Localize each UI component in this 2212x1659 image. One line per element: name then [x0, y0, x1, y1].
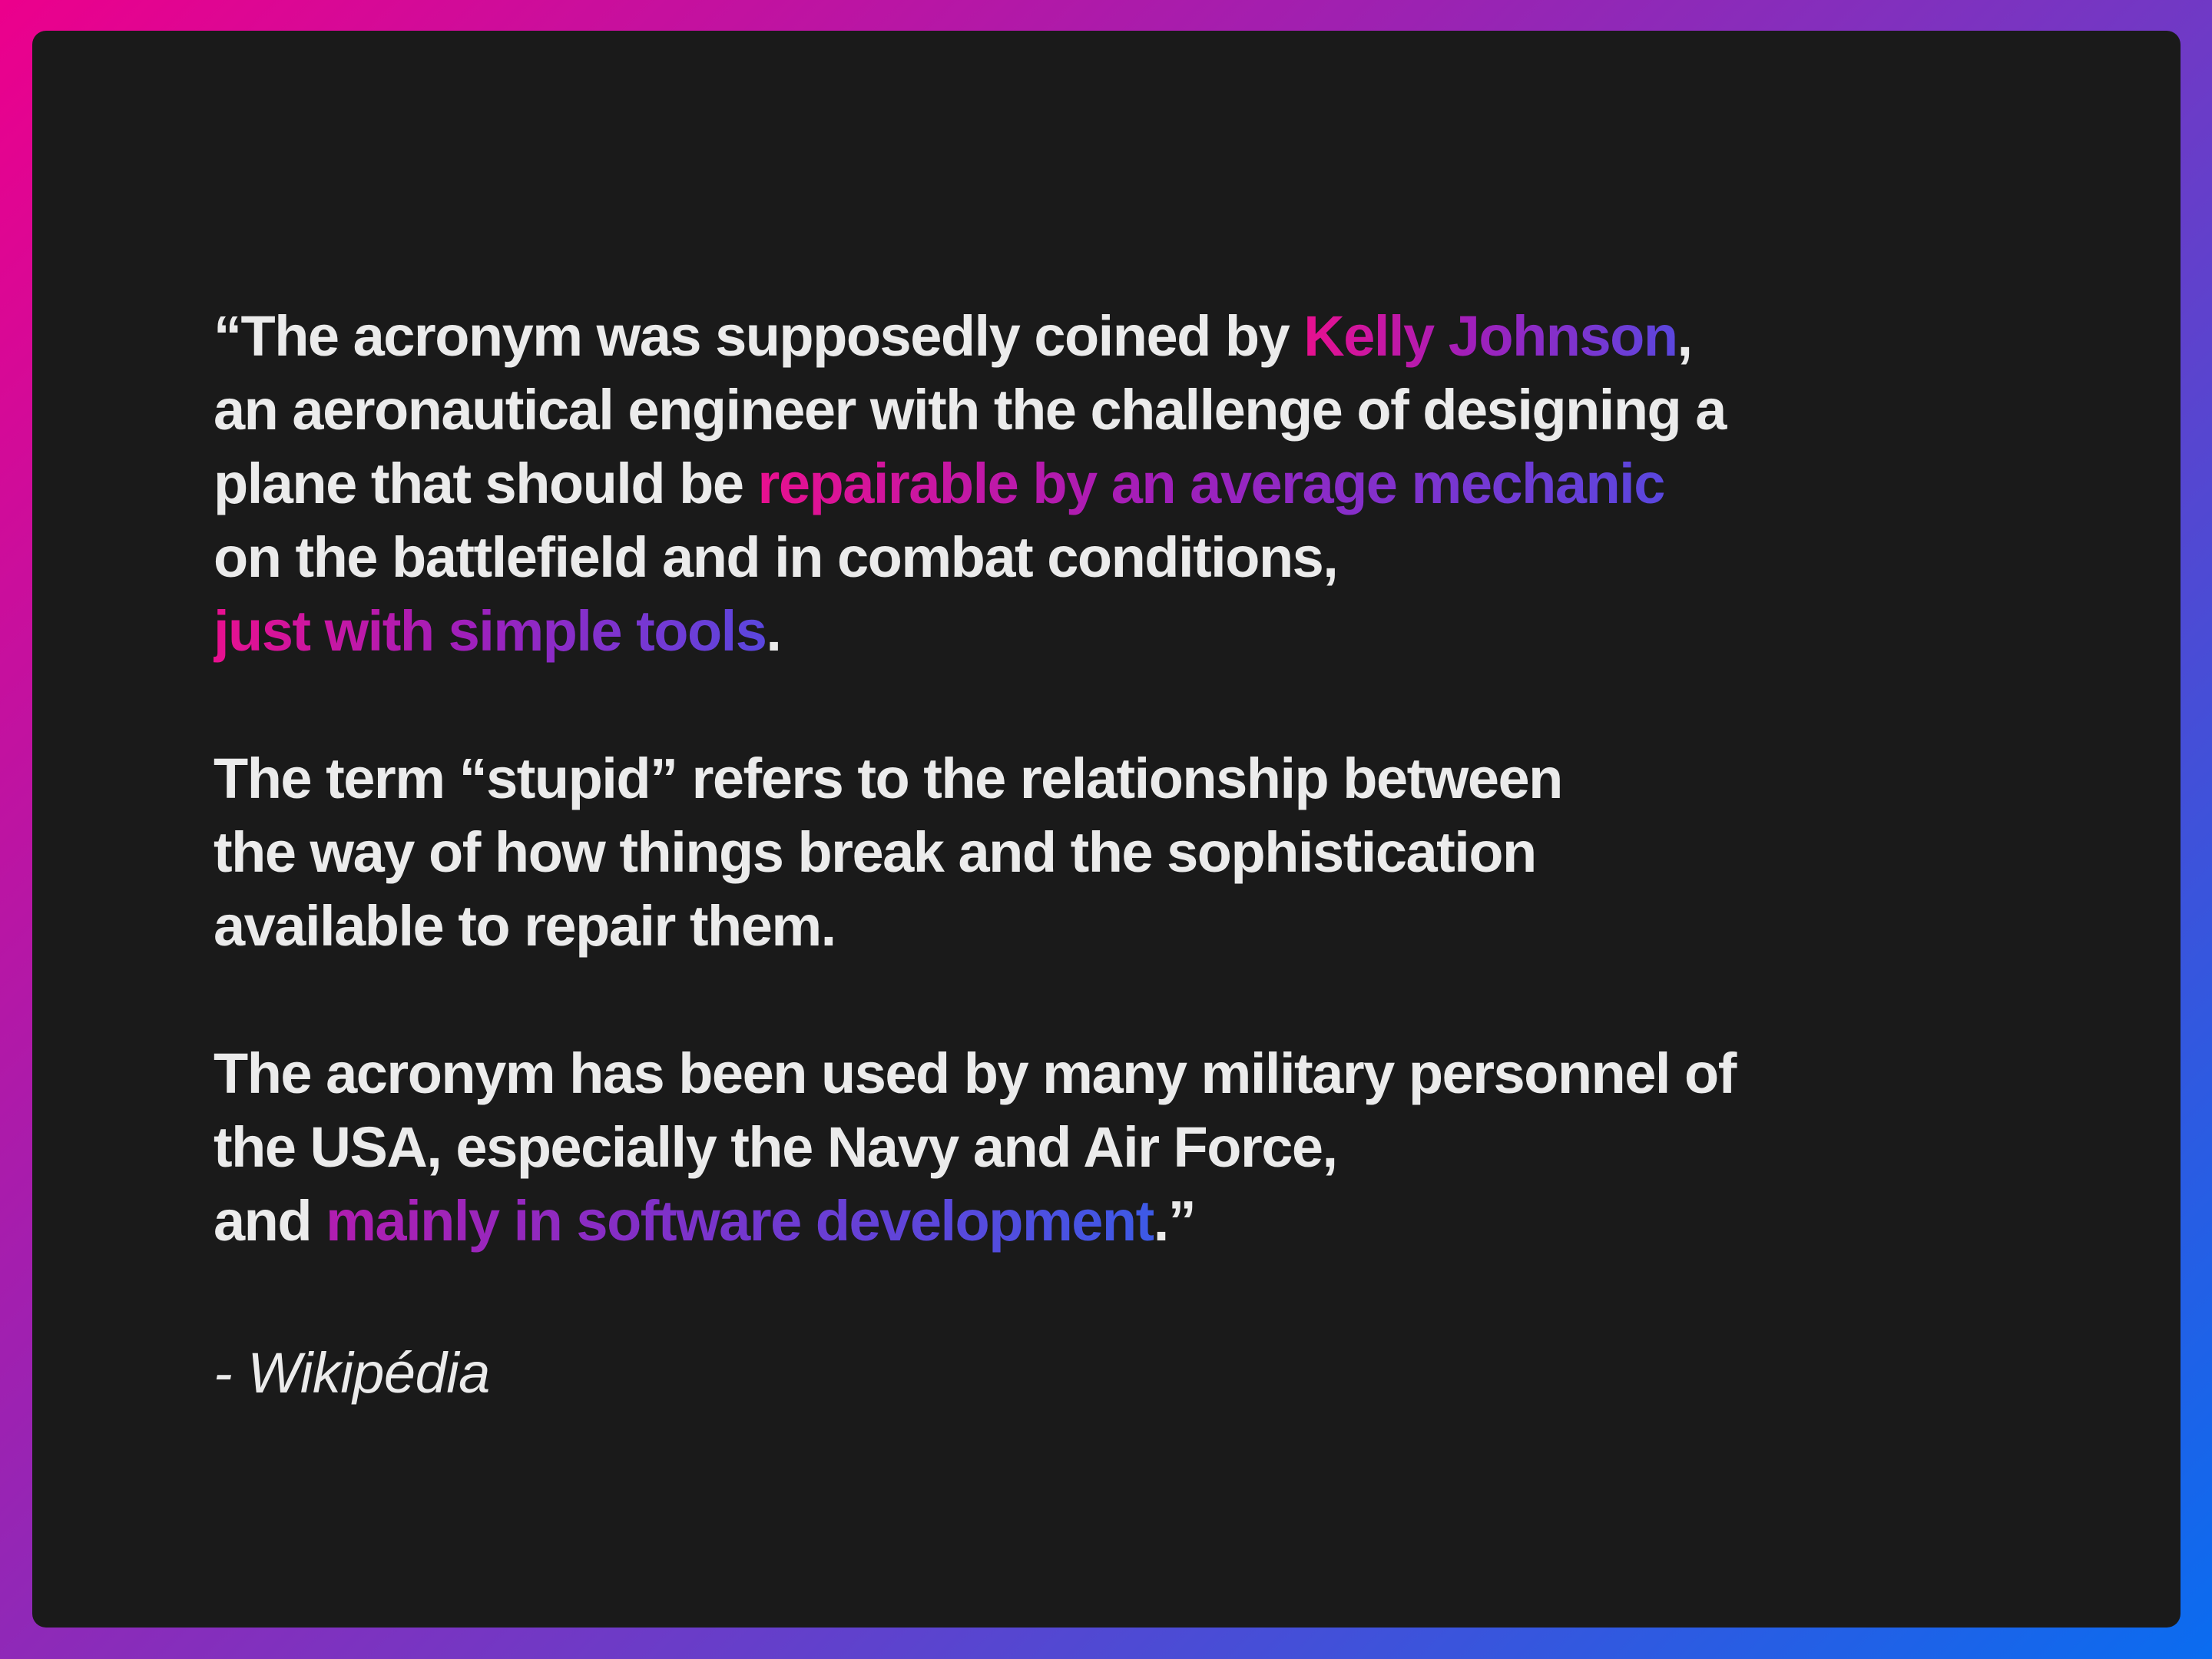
- quote-line: the way of how things break and the soph…: [214, 820, 1537, 884]
- quote-card: “The acronym was supposedly coined by Ke…: [32, 31, 2181, 1628]
- quote-text-segment: “The acronym was supposedly coined by: [214, 304, 1304, 368]
- quote-line: The acronym has been used by many milita…: [214, 1041, 1737, 1105]
- quote-paragraph-1: “The acronym was supposedly coined by Ke…: [214, 300, 2118, 668]
- quote-text-segment: and: [214, 1189, 326, 1253]
- quote-source: - Wikipédia: [214, 1341, 490, 1405]
- quote-line: the USA, especially the Navy and Air For…: [214, 1115, 1338, 1179]
- quote-paragraph-2: The term “stupid” refers to the relation…: [214, 742, 2118, 963]
- quote-line: “The acronym was supposedly coined by Ke…: [214, 300, 2118, 373]
- highlight-repairable: repairable by an average mechanic: [757, 452, 1666, 515]
- quote-text-segment: plane that should be: [214, 452, 758, 515]
- highlight-software-development: mainly in software development: [326, 1189, 1154, 1253]
- quote-text-segment: .”: [1153, 1189, 1197, 1253]
- quote-line: just with simple tools.: [214, 594, 2118, 668]
- highlight-simple-tools: just with simple tools: [214, 599, 767, 663]
- quote-line: and mainly in software development.”: [214, 1184, 2118, 1258]
- quote-line: available to repair them.: [214, 894, 836, 958]
- quote-line: an aeronautical engineer with the challe…: [214, 378, 1727, 442]
- quote-line: plane that should be repairable by an av…: [214, 447, 2118, 521]
- quote-text-segment: .: [766, 599, 782, 663]
- highlight-kelly-johnson: Kelly Johnson: [1303, 304, 1678, 368]
- quote-text-segment: ,: [1677, 304, 1694, 368]
- quote-paragraph-3: The acronym has been used by many milita…: [214, 1037, 2118, 1258]
- quote-text: “The acronym was supposedly coined by Ke…: [214, 300, 2118, 1332]
- quote-line: on the battlefield and in combat conditi…: [214, 525, 1339, 589]
- quote-line: The term “stupid” refers to the relation…: [214, 747, 1563, 810]
